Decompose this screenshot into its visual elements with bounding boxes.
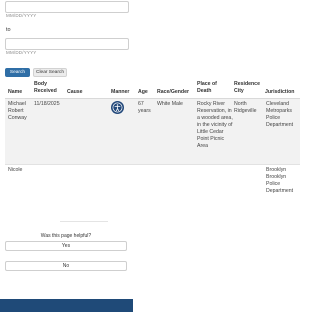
accessibility-icon (111, 101, 124, 114)
cell-jurisdiction: Cleveland Metroparks Police Department (266, 101, 294, 128)
yes-button[interactable]: Yes (5, 241, 127, 251)
header-residence-city[interactable]: Residence City (234, 81, 262, 95)
header-manner[interactable]: Manner (111, 89, 129, 96)
page: MM/DD/YYYY to MM/DD/YYYY Search Clear Se… (0, 0, 300, 312)
row-divider (5, 164, 300, 165)
header-age[interactable]: Age (138, 89, 148, 96)
header-jurisdiction[interactable]: Jurisdiction (265, 89, 294, 96)
from-date-hint: MM/DD/YYYY (6, 13, 37, 18)
cell-name-row2: Nicole (8, 167, 23, 173)
cell-body-received: 11/18/2025 (34, 101, 60, 107)
header-place-of-death[interactable]: Place of Death (197, 81, 223, 95)
cell-residence-city: North Ridgeville (234, 101, 257, 114)
cell-age: 67 years (138, 101, 151, 114)
cell-name: Michael Robert Conway (8, 101, 27, 121)
cell-residence-city-row2: Brooklyn (266, 167, 287, 173)
header-body-received[interactable]: Body Received (34, 81, 58, 95)
cell-jurisdiction-row2: Brooklyn Police Department (266, 174, 294, 194)
section-divider (60, 221, 108, 222)
clear-search-button[interactable]: Clear Search (33, 68, 67, 77)
footer-bar (0, 299, 133, 312)
helpful-question: Was this page helpful? (40, 233, 92, 239)
no-button[interactable]: No (5, 261, 127, 271)
header-name[interactable]: Name (8, 89, 22, 96)
to-label: to (6, 27, 11, 33)
header-cause[interactable]: Cause (67, 89, 83, 96)
to-date-hint: MM/DD/YYYY (6, 50, 37, 55)
header-race-gender[interactable]: Race/Gender (157, 89, 189, 96)
cell-race-gender: White Male (157, 101, 183, 107)
cell-place-of-death: Rocky River Reservation, in a wooded are… (197, 101, 233, 149)
search-button[interactable]: Search (5, 68, 30, 77)
from-date-input[interactable] (5, 1, 129, 13)
to-date-input[interactable] (5, 38, 129, 50)
